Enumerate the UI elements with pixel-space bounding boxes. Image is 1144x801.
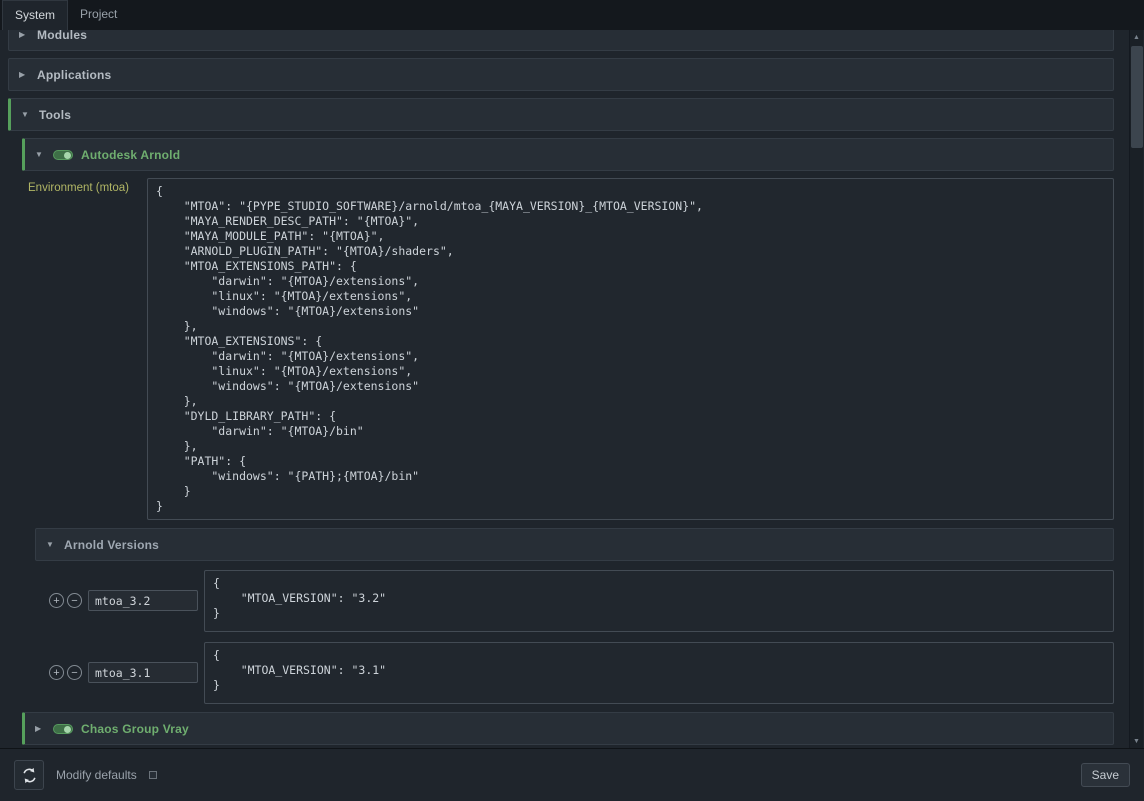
tab-project[interactable]: Project	[68, 0, 129, 30]
arnold-environment-row: Environment (mtoa) { "MTOA": "{PYPE_STUD…	[25, 178, 1114, 520]
section-header-applications[interactable]: ▶ Applications	[8, 58, 1114, 91]
tab-system[interactable]: System	[2, 0, 68, 30]
subsection-header-autodesk-arnold[interactable]: ▼ Autodesk Arnold	[22, 138, 1114, 171]
scroll-up-button[interactable]: ▲	[1130, 30, 1143, 44]
version-row: + − { "MTOA_VERSION": "3.1" }	[35, 640, 1114, 705]
arnold-versions-group: ▼ Arnold Versions + −	[35, 528, 1114, 705]
save-button[interactable]: Save	[1081, 763, 1130, 787]
settings-scroll-area: ▶ Modules ▶ Applications ▼ Tools	[0, 30, 1144, 748]
section-header-tools[interactable]: ▼ Tools	[8, 98, 1114, 131]
version-key-input[interactable]	[88, 590, 198, 611]
scrollbar-thumb[interactable]	[1131, 46, 1143, 148]
subsection-title-vray: Chaos Group Vray	[81, 722, 189, 736]
version-value-editor[interactable]: { "MTOA_VERSION": "3.1" }	[204, 642, 1114, 704]
chevron-right-icon: ▶	[35, 724, 45, 733]
row-buttons: + −	[49, 665, 82, 680]
settings-window: System Project ▶ Modules ▶ Applications	[0, 0, 1144, 801]
section-header-modules[interactable]: ▶ Modules	[8, 30, 1114, 51]
add-version-button[interactable]: +	[49, 593, 64, 608]
arnold-versions-title: Arnold Versions	[64, 538, 159, 552]
arnold-versions-header[interactable]: ▼ Arnold Versions	[35, 528, 1114, 561]
row-buttons: + −	[49, 593, 82, 608]
version-value-editor[interactable]: { "MTOA_VERSION": "3.2" }	[204, 570, 1114, 632]
vray-enabled-toggle[interactable]	[53, 724, 73, 734]
version-row: + − { "MTOA_VERSION": "3.2" }	[35, 568, 1114, 633]
subsection-autodesk-arnold: ▼ Autodesk Arnold Environment (mtoa) { "…	[22, 138, 1114, 705]
subsection-chaos-group-vray: ▶ Chaos Group Vray	[22, 712, 1114, 745]
scroll-down-button[interactable]: ▼	[1130, 734, 1143, 748]
subsection-header-chaos-group-vray[interactable]: ▶ Chaos Group Vray	[22, 712, 1114, 745]
remove-version-button[interactable]: −	[67, 593, 82, 608]
section-modules: ▶ Modules	[8, 30, 1114, 51]
tab-bar: System Project	[0, 0, 1144, 30]
environment-label: Environment (mtoa)	[25, 178, 147, 194]
arnold-environment-editor[interactable]: { "MTOA": "{PYPE_STUDIO_SOFTWARE}/arnold…	[147, 178, 1114, 520]
chevron-right-icon: ▶	[19, 70, 29, 79]
chevron-down-icon: ▼	[46, 540, 56, 549]
section-title-modules: Modules	[37, 30, 87, 42]
remove-version-button[interactable]: −	[67, 665, 82, 680]
chevron-down-icon: ▼	[35, 150, 45, 159]
subsection-title-arnold: Autodesk Arnold	[81, 148, 180, 162]
chevron-right-icon: ▶	[19, 30, 29, 39]
refresh-button[interactable]	[14, 760, 44, 790]
section-tools: ▼ Tools ▼ Autodesk Arnold	[8, 98, 1114, 745]
arnold-enabled-toggle[interactable]	[53, 150, 73, 160]
refresh-icon	[21, 767, 38, 784]
section-applications: ▶ Applications	[8, 58, 1114, 91]
footer-bar: Modify defaults Save	[0, 748, 1144, 801]
settings-content: ▶ Modules ▶ Applications ▼ Tools	[0, 30, 1122, 748]
arnold-body: Environment (mtoa) { "MTOA": "{PYPE_STUD…	[25, 178, 1114, 705]
chevron-down-icon: ▼	[21, 110, 31, 119]
version-key-input[interactable]	[88, 662, 198, 683]
modify-defaults-label: Modify defaults	[56, 768, 137, 782]
tools-body: ▼ Autodesk Arnold Environment (mtoa) { "…	[22, 138, 1114, 745]
modify-defaults-checkbox[interactable]	[149, 771, 157, 779]
vertical-scrollbar: ▲ ▼	[1129, 30, 1143, 748]
section-title-applications: Applications	[37, 68, 111, 82]
add-version-button[interactable]: +	[49, 665, 64, 680]
section-title-tools: Tools	[39, 108, 71, 122]
